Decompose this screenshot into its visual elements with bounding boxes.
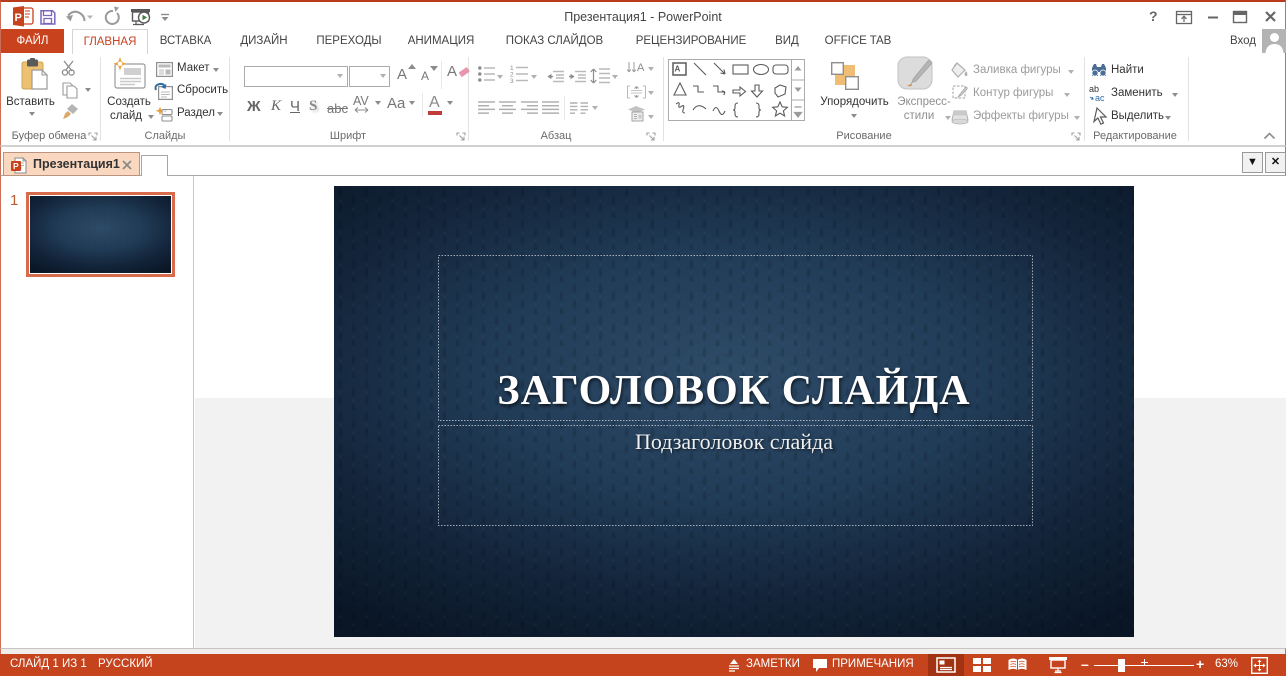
- svg-text:A: A: [675, 65, 681, 74]
- svg-text:A: A: [637, 62, 645, 74]
- svg-text:ac: ac: [1095, 93, 1105, 103]
- svg-text:P: P: [13, 161, 19, 171]
- svg-text:3: 3: [510, 78, 514, 85]
- svg-text:?: ?: [1149, 8, 1158, 24]
